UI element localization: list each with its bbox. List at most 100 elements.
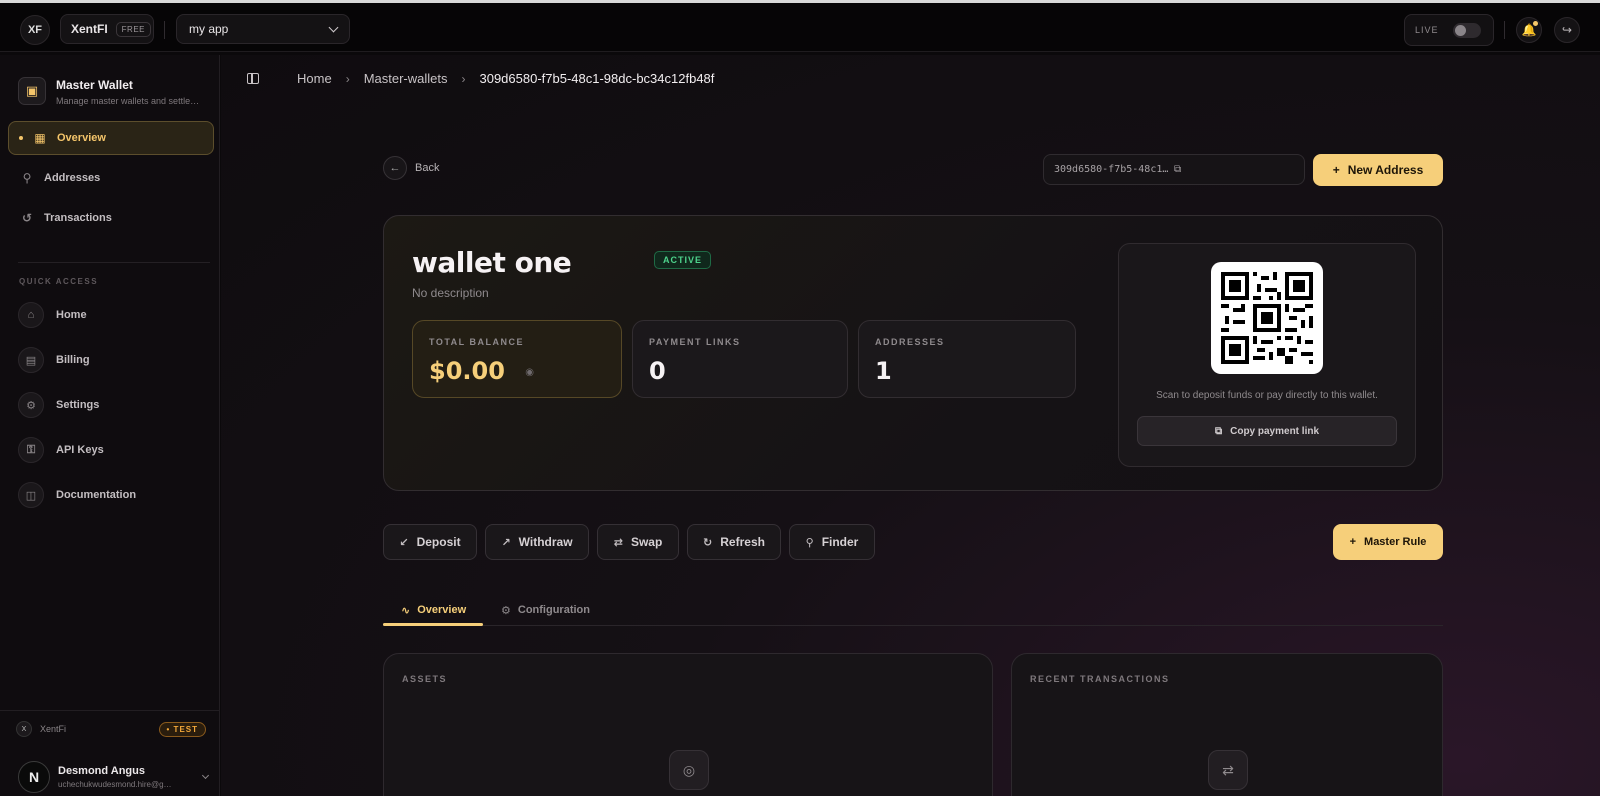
breadcrumb-current: 309d6580-f7b5-48c1-98dc-bc34c12fb48f <box>479 71 715 86</box>
total-balance-value: $0.00 <box>429 357 505 385</box>
deposit-button[interactable]: ↙ Deposit <box>383 524 477 560</box>
sidebar-item-transactions[interactable]: ↺ Transactions <box>8 201 214 235</box>
copy-payment-link-label: Copy payment link <box>1230 425 1320 437</box>
logout-button[interactable]: ↪ <box>1554 17 1580 43</box>
addresses-value: 1 <box>875 357 892 385</box>
new-address-button[interactable]: + New Address <box>1313 154 1443 186</box>
org-switcher[interactable]: XentFI FREE <box>60 14 154 44</box>
sidebar-item-api-keys[interactable]: ⚿ API Keys <box>18 436 104 464</box>
history-icon: ↺ <box>21 211 33 225</box>
environment-row[interactable]: X XentFi • TEST <box>16 719 206 739</box>
refresh-button[interactable]: ↻ Refresh <box>687 524 781 560</box>
assets-panel: ASSETS ◎ <box>383 653 993 796</box>
assets-label: ASSETS <box>402 674 448 684</box>
avatar: N <box>18 761 50 793</box>
swap-button[interactable]: ⇄ Swap <box>597 524 679 560</box>
app-logo[interactable]: XF <box>20 15 50 45</box>
swap-icon: ⇄ <box>613 536 623 549</box>
tab-configuration[interactable]: ⚙ Configuration <box>501 595 590 625</box>
quick-access-label: QUICK ACCESS <box>19 277 99 286</box>
wallet-id-value: 309d6580-f7b5-48c1-98dc-bc34c12fb48f <box>1054 164 1174 175</box>
sidebar-item-label: API Keys <box>56 444 104 456</box>
sidebar-item-label: Transactions <box>44 212 112 224</box>
recent-transactions-panel: RECENT TRANSACTIONS ⇄ <box>1011 653 1443 796</box>
copy-icon: ⧉ <box>1214 425 1223 437</box>
sidebar-item-addresses[interactable]: ⚲ Addresses <box>8 161 214 195</box>
swap-icon: ⇄ <box>1208 750 1248 790</box>
user-menu[interactable]: N Desmond Angus uchechukwudesmond.hire@g… <box>18 761 210 793</box>
topbar-divider-right <box>1504 21 1505 39</box>
action-label: Withdraw <box>518 535 573 549</box>
active-dot <box>19 136 23 140</box>
sidebar-item-label: Home <box>56 309 87 321</box>
tab-overview[interactable]: ∿ Overview <box>401 595 466 625</box>
card-icon: ▤ <box>18 347 44 373</box>
action-label: Deposit <box>416 535 461 549</box>
back-label: Back <box>415 162 440 174</box>
chevron-down-icon <box>328 22 339 32</box>
wallet-icon: ▣ <box>18 77 46 105</box>
app-select[interactable]: my app <box>176 14 350 44</box>
grid-icon: ▦ <box>34 131 46 145</box>
sidebar-header: ▣ Master Wallet Manage master wallets an… <box>18 77 206 106</box>
breadcrumb-master-wallets[interactable]: Master-wallets <box>364 71 448 86</box>
qr-panel: Scan to deposit funds or pay directly to… <box>1118 243 1416 467</box>
toggle-switch[interactable] <box>1452 22 1481 38</box>
action-label: Swap <box>630 535 663 549</box>
withdraw-button[interactable]: ↗ Withdraw <box>485 524 589 560</box>
stat-label: PAYMENT LINKS <box>649 337 741 347</box>
breadcrumb: Home › Master-wallets › 309d6580-f7b5-48… <box>247 71 714 86</box>
live-mode-toggle[interactable]: LIVE <box>1404 14 1494 46</box>
tabs-divider <box>383 625 1443 626</box>
sidebar-item-overview[interactable]: ▦ Overview <box>8 121 214 155</box>
refresh-icon: ↻ <box>703 536 713 549</box>
arrow-down-left-icon: ↙ <box>399 536 409 549</box>
sidebar-item-billing[interactable]: ▤ Billing <box>18 346 90 374</box>
eye-icon[interactable]: ◉ <box>525 367 534 378</box>
sidebar-item-documentation[interactable]: ◫ Documentation <box>18 481 136 509</box>
action-label: Finder <box>821 535 859 549</box>
qr-code-icon <box>1221 272 1313 364</box>
plan-badge: FREE <box>115 21 152 37</box>
qr-caption: Scan to deposit funds or pay directly to… <box>1156 390 1378 401</box>
stat-label: TOTAL BALANCE <box>429 337 524 347</box>
coins-icon: ◎ <box>669 750 709 790</box>
home-icon: ⌂ <box>18 302 44 328</box>
main-content: Home › Master-wallets › 309d6580-f7b5-48… <box>221 55 1600 796</box>
user-email: uchechukwudesmond.hire@gmail.com <box>58 780 178 789</box>
payment-links-value: 0 <box>649 357 666 385</box>
back-button[interactable]: ← Back <box>383 156 439 180</box>
payment-links-card: PAYMENT LINKS 0 <box>632 320 848 398</box>
chevron-right-icon: › <box>345 71 350 86</box>
book-icon: ◫ <box>18 482 44 508</box>
test-mode-badge: • TEST <box>158 721 206 737</box>
plus-icon: + <box>1349 536 1357 548</box>
sidebar-item-home[interactable]: ⌂ Home <box>18 301 87 329</box>
chevron-right-icon: › <box>461 71 466 86</box>
env-logo-icon: X <box>16 721 32 737</box>
live-label: LIVE <box>1415 25 1439 35</box>
total-balance-card: TOTAL BALANCE $0.00 ◉ <box>412 320 622 398</box>
master-rule-button[interactable]: + Master Rule <box>1333 524 1443 560</box>
status-badge: ACTIVE <box>654 251 712 269</box>
sidebar-toggle-icon[interactable] <box>247 73 259 84</box>
addresses-card: ADDRESSES 1 <box>858 320 1076 398</box>
breadcrumb-home[interactable]: Home <box>297 71 332 86</box>
wallet-description: No description <box>412 286 489 300</box>
search-icon: ⚲ <box>805 536 814 549</box>
app-select-value: my app <box>189 22 229 36</box>
copy-icon[interactable]: ⧉ <box>1174 164 1294 175</box>
sidebar-item-label: Overview <box>57 132 106 144</box>
env-name: XentFi <box>40 724 67 734</box>
top-bar: XF XentFI FREE my app LIVE 🔔 ↪ <box>0 0 1600 52</box>
plus-icon: + <box>1332 163 1340 177</box>
topbar-divider <box>164 21 165 39</box>
wallet-name: wallet one <box>412 246 572 279</box>
sidebar-item-settings[interactable]: ⚙ Settings <box>18 391 99 419</box>
stat-label: ADDRESSES <box>875 337 945 347</box>
wallet-id-field[interactable]: 309d6580-f7b5-48c1-98dc-bc34c12fb48f ⧉ <box>1043 154 1305 185</box>
tab-label: Configuration <box>517 604 590 616</box>
notifications-button[interactable]: 🔔 <box>1516 17 1542 43</box>
copy-payment-link-button[interactable]: ⧉ Copy payment link <box>1137 416 1397 446</box>
finder-button[interactable]: ⚲ Finder <box>789 524 875 560</box>
